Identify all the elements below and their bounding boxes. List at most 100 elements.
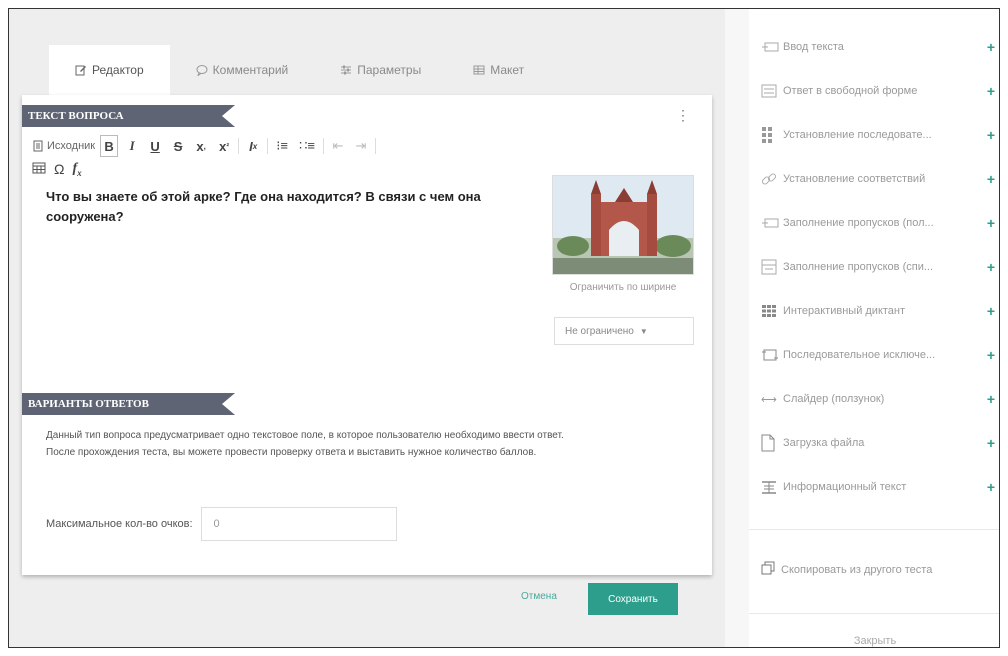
sidebar-divider (749, 613, 999, 614)
sidebar-item-exclusion[interactable]: Последовательное исключе... + (749, 335, 999, 375)
source-label: Исходник (47, 140, 96, 152)
copy-icon (761, 561, 775, 578)
formula-icon[interactable]: fx (72, 161, 81, 178)
chevron-down-icon: ▼ (639, 326, 648, 336)
sliders-icon (341, 65, 352, 75)
question-image[interactable] (552, 175, 694, 275)
strikethrough-button[interactable]: S (169, 135, 187, 157)
sequence-icon (761, 126, 783, 144)
add-icon[interactable]: + (987, 39, 995, 55)
image-limit-value: Не ограничено (565, 325, 634, 337)
sidebar-item-text-input[interactable]: Ввод текста + (749, 27, 999, 67)
editor-tabs: Редактор Комментарий Параметры Макет (49, 45, 550, 95)
save-button[interactable]: Сохранить (588, 583, 678, 615)
sidebar-item-label: Загрузка файла (783, 437, 865, 449)
add-icon[interactable]: + (987, 171, 995, 187)
more-options-icon[interactable]: ⋮ (676, 107, 690, 124)
numbered-list-icon[interactable]: ⁝≡ (273, 135, 291, 157)
description-line: После прохождения теста, вы можете прове… (46, 447, 537, 458)
add-icon[interactable]: + (987, 391, 995, 407)
sidebar-item-info-text[interactable]: Информационный текст + (749, 467, 999, 507)
sidebar-item-gap-list[interactable]: Заполнение пропусков (спи... + (749, 247, 999, 287)
italic-button[interactable]: I (123, 135, 141, 157)
question-text[interactable]: Что вы знаете об этой арке? Где она нахо… (46, 187, 516, 227)
app-frame: Редактор Комментарий Параметры Макет ТЕК… (8, 8, 1000, 648)
bulleted-list-icon[interactable]: ∷≡ (296, 135, 318, 157)
sidebar-item-slider[interactable]: ⟷ Слайдер (ползунок) + (749, 379, 999, 419)
answers-description: Данный тип вопроса предусматривает одно … (46, 427, 686, 461)
sidebar-item-sequence[interactable]: Установление последовате... + (749, 115, 999, 155)
free-form-icon (761, 82, 783, 100)
superscript-button[interactable]: x² (215, 135, 233, 157)
tab-layout[interactable]: Макет (447, 45, 550, 95)
sidebar-item-label: Слайдер (ползунок) (783, 393, 885, 405)
tab-parameters[interactable]: Параметры (314, 45, 447, 95)
tab-label: Редактор (92, 63, 144, 77)
sidebar-item-label: Последовательное исключе... (783, 349, 936, 361)
underline-button[interactable]: U (146, 135, 164, 157)
copy-label: Скопировать из другого теста (781, 563, 933, 576)
outdent-icon[interactable]: ⇤ (329, 135, 347, 157)
sidebar-item-gap-fill[interactable]: Заполнение пропусков (пол... + (749, 203, 999, 243)
max-points-label: Максимальное кол-во очков: (46, 518, 193, 530)
sidebar-item-label: Ответ в свободной форме (783, 85, 918, 97)
tab-comment[interactable]: Комментарий (170, 45, 315, 95)
add-icon[interactable]: + (987, 303, 995, 319)
max-points-row: Максимальное кол-во очков: 0 (46, 507, 397, 541)
sidebar-item-file-upload[interactable]: Загрузка файла + (749, 423, 999, 463)
add-icon[interactable]: + (987, 215, 995, 231)
sidebar-divider (749, 529, 999, 530)
toolbar-divider (374, 138, 376, 154)
cancel-button[interactable]: Отмена (521, 591, 557, 602)
sidebar-item-label: Заполнение пропусков (спи... (783, 261, 934, 273)
gap-fill-icon (761, 214, 783, 232)
link-icon (761, 170, 783, 188)
sidebar-item-matching[interactable]: Установление соответствий + (749, 159, 999, 199)
tab-label: Комментарий (212, 63, 289, 77)
toolbar-divider (238, 138, 240, 154)
sidebar-item-label: Заполнение пропусков (пол... (783, 217, 934, 229)
sidebar-item-label: Информационный текст (783, 481, 907, 493)
text-input-icon (761, 38, 783, 56)
panel-divider (725, 9, 749, 647)
image-limit-select[interactable]: Не ограничено ▼ (554, 317, 694, 345)
toolbar-divider (322, 138, 324, 154)
add-icon[interactable]: + (987, 83, 995, 99)
indent-icon[interactable]: ⇥ (352, 135, 370, 157)
add-icon[interactable]: + (987, 479, 995, 495)
exclusion-icon (761, 346, 783, 364)
special-char-icon[interactable]: Ω (54, 161, 64, 177)
sidebar-item-label: Установление последовате... (783, 129, 932, 141)
sidebar-item-label: Ввод текста (783, 41, 844, 53)
max-points-input[interactable]: 0 (200, 507, 397, 541)
subscript-button[interactable]: x, (192, 135, 210, 157)
tab-editor[interactable]: Редактор (49, 45, 170, 95)
remove-format-button[interactable]: Ix (244, 135, 262, 157)
add-icon[interactable]: + (987, 127, 995, 143)
editor-toolbar-row2: Ω fx (32, 161, 82, 178)
table-icon[interactable] (32, 161, 46, 177)
add-icon[interactable]: + (987, 259, 995, 275)
answers-section-title: ВАРИАНТЫ ОТВЕТОВ (22, 393, 235, 415)
source-button[interactable]: Исходник (32, 140, 95, 152)
add-icon[interactable]: + (987, 435, 995, 451)
sidebar-item-label: Интерактивный диктант (783, 305, 906, 317)
question-section-title: ТЕКСТ ВОПРОСА (22, 105, 235, 127)
info-text-icon (761, 478, 783, 496)
toolbar-divider (267, 138, 269, 154)
sidebar-item-free-form[interactable]: Ответ в свободной форме + (749, 71, 999, 111)
slider-icon: ⟷ (761, 393, 777, 406)
image-limit-note: Ограничить по ширине (569, 282, 677, 293)
source-icon (33, 140, 43, 152)
editor-toolbar: Исходник B I U S x, x² Ix ⁝≡ ∷≡ ⇤ ⇥ (32, 135, 376, 157)
add-icon[interactable]: + (987, 347, 995, 363)
sidebar-item-dictation[interactable]: Интерактивный диктант + (749, 291, 999, 331)
question-type-sidebar: Ввод текста + Ответ в свободной форме + … (749, 9, 999, 647)
close-button[interactable]: Закрыть (749, 635, 999, 647)
bold-button[interactable]: B (100, 135, 119, 157)
gap-list-icon (761, 258, 783, 276)
copy-from-test-button[interactable]: Скопировать из другого теста (761, 561, 932, 578)
editor-area: Редактор Комментарий Параметры Макет ТЕК… (9, 9, 725, 647)
tab-label: Макет (490, 63, 525, 77)
file-icon (761, 434, 783, 452)
